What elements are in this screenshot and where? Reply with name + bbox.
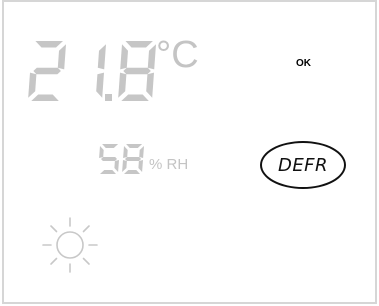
decimal-point	[105, 94, 112, 101]
segment-e	[28, 72, 37, 98]
temperature-digit	[118, 41, 156, 101]
segment-f	[123, 146, 128, 158]
segment-a	[125, 41, 153, 48]
segment-d	[121, 94, 149, 101]
segment-c	[138, 160, 143, 172]
segment-c	[146, 72, 154, 98]
sun-icon	[42, 217, 98, 273]
segment-f	[99, 146, 104, 158]
humidity-digit	[122, 144, 144, 174]
segment-f	[120, 44, 128, 70]
segment-d	[124, 170, 140, 174]
defrost-button[interactable]: DEFR	[260, 141, 346, 189]
humidity-readout	[99, 144, 144, 174]
segment-g	[101, 157, 117, 161]
status-text: OK	[296, 58, 311, 69]
segment-b	[97, 44, 106, 70]
segment-a	[126, 144, 143, 148]
segment-a	[102, 144, 119, 148]
temperature-readout	[28, 41, 156, 101]
temperature-digit	[96, 44, 106, 98]
segment-a	[35, 41, 63, 48]
segment-b	[147, 44, 156, 70]
segment-e	[118, 72, 127, 98]
segment-b	[139, 146, 144, 158]
segment-c	[114, 160, 119, 172]
humidity-unit: % RH	[149, 156, 189, 173]
temperature-unit: °C	[156, 34, 199, 76]
humidity-digit	[99, 144, 119, 174]
segment-g	[125, 157, 142, 161]
segment-d	[100, 170, 116, 174]
segment-b	[57, 44, 66, 70]
segment-g	[123, 67, 151, 75]
segment-d	[31, 94, 59, 101]
segment-c	[96, 72, 104, 98]
temperature-digit	[28, 41, 66, 101]
defrost-button-label: DEFR	[277, 154, 329, 176]
segment-g	[33, 67, 61, 75]
controller-display-panel: °C % RH OK DEFR	[2, 0, 377, 304]
segment-e	[122, 160, 127, 172]
